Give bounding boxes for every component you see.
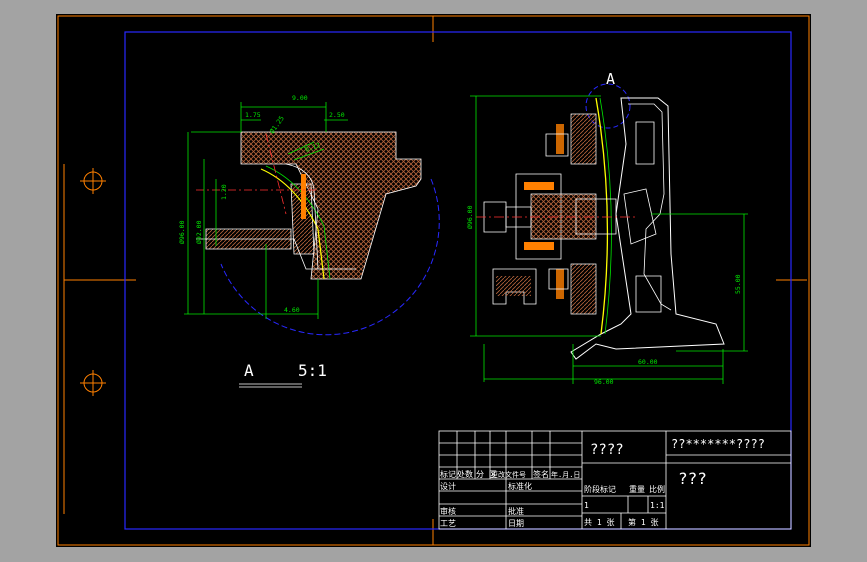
rev-header-mark: 标记	[440, 469, 456, 479]
punch-hole-marks	[80, 168, 106, 396]
value-stage: 1	[584, 501, 589, 510]
dim-detail-2-5: 2.50	[329, 111, 345, 119]
section-marker: A	[606, 70, 615, 88]
rev-header-date: 年.月.日	[551, 470, 580, 479]
drawing-frame	[124, 31, 792, 530]
label-process: 工艺	[440, 519, 456, 528]
label-weight: 重量	[629, 484, 645, 494]
detail-label: A	[244, 361, 254, 380]
rev-header-docno: 更改文件号	[491, 470, 526, 479]
rev-header-count: 处数	[457, 469, 473, 479]
label-date: 日期	[508, 519, 524, 528]
label-approve: 批准	[508, 506, 524, 516]
dim-main-55: 55.00	[734, 274, 742, 294]
dim-detail-dia92: Ø92.00	[195, 220, 203, 244]
fold-marks	[63, 16, 807, 545]
dim-detail-9: 9.00	[292, 94, 308, 102]
value-sheets-total: 共 1 张	[584, 518, 614, 527]
company-name: ???	[678, 469, 707, 488]
dim-detail-dia96: Ø96.00	[178, 220, 186, 244]
detail-scale: 5:1	[298, 361, 327, 380]
dim-main-96: 96.00	[594, 378, 614, 386]
dim-detail-1-75: 1.75	[245, 111, 261, 119]
cad-drawing: 9.00 1.75 2.50 Ø1.25 0.12 1.20 Ø96.00 Ø9…	[57, 15, 810, 546]
main-section-view: A Ø96.00 55.00 60.00 96.00	[466, 70, 748, 386]
label-design: 设计	[440, 481, 456, 491]
part-name: ????	[590, 442, 624, 458]
dim-main-60: 60.00	[638, 358, 658, 366]
label-standard: 标准化	[508, 481, 532, 491]
value-sheet-no: 第 1 张	[628, 517, 658, 527]
label-stage: 阶段标记	[584, 484, 616, 494]
title-block: 标记 处数 分 区 更改文件号 签名 年.月.日 设计 标准化 审核 工艺 批准…	[438, 430, 792, 530]
value-scale: 1:1	[650, 501, 665, 510]
dim-detail-460: 4.60	[284, 306, 300, 314]
dim-detail-120: 1.20	[220, 184, 228, 200]
drawing-sheet: 9.00 1.75 2.50 Ø1.25 0.12 1.20 Ø96.00 Ø9…	[56, 14, 811, 547]
drawing-number: ??*******????	[671, 437, 765, 451]
label-review: 审核	[440, 506, 456, 516]
label-scale: 比例	[649, 484, 665, 494]
sheet-border	[57, 15, 810, 546]
rev-header-sign: 签名	[533, 469, 549, 479]
dim-main-dia96: Ø96.00	[466, 205, 474, 229]
detail-view-a: 9.00 1.75 2.50 Ø1.25 0.12 1.20 Ø96.00 Ø9…	[178, 94, 440, 388]
